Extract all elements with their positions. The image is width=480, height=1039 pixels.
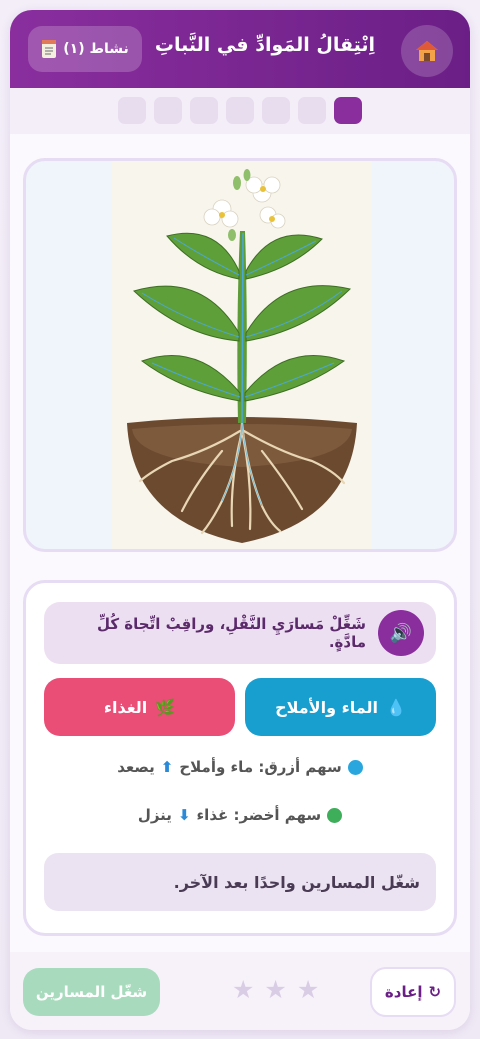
legend-water: سهم أزرق: ماء وأملاح ⬆ يصعد — [26, 758, 454, 776]
reset-label: إعادة — [384, 983, 423, 1001]
legend-food: سهم أخضر: غذاء ⬇ ينزل — [26, 806, 454, 824]
progress-step — [190, 97, 218, 124]
leaf-icon: 🌿 — [155, 697, 176, 717]
down-arrow-icon: ⬇ — [177, 806, 191, 824]
plant-illustration — [112, 161, 372, 549]
star-icon: ★ — [232, 975, 255, 1004]
progress-step — [334, 97, 362, 124]
instruction-box: 🔊 شَغِّلْ مَسارَيِ النَّقْلِ، وراقِبْ ات… — [44, 602, 436, 664]
activity-button[interactable]: نشاط (١) — [28, 26, 142, 72]
legend-food-text: سهم أخضر: غذاء — [196, 806, 322, 824]
legend-water-direction: يصعد — [117, 758, 155, 776]
progress-steps — [118, 97, 362, 124]
progress-bar — [10, 88, 470, 134]
water-flow-button[interactable]: 💧 الماء والأملاح — [245, 678, 436, 736]
up-arrow-icon: ⬆ — [160, 758, 174, 776]
app-frame: اِنْتِقالُ المَوادِّ في النَّباتِ نشاط (… — [10, 10, 470, 1030]
home-button[interactable] — [401, 25, 453, 77]
flow-buttons: 💧 الماء والأملاح 🌿 الغذاء — [44, 678, 436, 736]
header-bar: اِنْتِقالُ المَوادِّ في النَّباتِ نشاط (… — [10, 10, 470, 88]
progress-step — [118, 97, 146, 124]
reset-button[interactable]: ↻ إعادة — [370, 967, 456, 1017]
illustration-card — [23, 158, 457, 552]
activity-label: نشاط (١) — [63, 41, 129, 57]
star-icon: ★ — [264, 975, 287, 1004]
droplet-icon: 💧 — [386, 697, 406, 717]
memo-icon — [42, 40, 57, 58]
progress-step — [154, 97, 182, 124]
star-icon: ★ — [296, 975, 320, 1004]
water-flow-label: الماء والأملاح — [275, 697, 378, 717]
food-flow-button[interactable]: 🌿 الغذاء — [44, 678, 235, 736]
progress-step — [226, 97, 254, 124]
food-flow-label: الغذاء — [103, 697, 148, 717]
legend-water-text: سهم أزرق: ماء وأملاح — [179, 758, 342, 776]
speaker-icon: 🔊 — [389, 622, 413, 644]
page-title: اِنْتِقالُ المَوادِّ في النَّباتِ — [154, 34, 376, 56]
stars-rating: ★ ★ ★ — [232, 977, 319, 1002]
interaction-card: 🔊 شَغِّلْ مَسارَيِ النَّقْلِ، وراقِبْ ات… — [23, 580, 457, 936]
house-icon — [416, 41, 438, 61]
legend-food-direction: ينزل — [137, 806, 172, 824]
blue-dot-icon — [347, 759, 363, 775]
instruction-text: شَغِّلْ مَسارَيِ النَّقْلِ، وراقِبْ اتِّ… — [96, 615, 366, 651]
green-dot-icon — [327, 807, 343, 823]
footer-bar: ↻ إعادة ★ ★ ★ شغّل المسارين — [10, 952, 470, 1030]
progress-step — [262, 97, 290, 124]
hint-box: شغّل المسارين واحدًا بعد الآخر. — [44, 853, 436, 911]
run-both-button[interactable]: شغّل المسارين — [23, 968, 160, 1016]
reset-icon: ↻ — [428, 983, 442, 1001]
speaker-button[interactable]: 🔊 — [378, 610, 424, 656]
progress-step — [298, 97, 326, 124]
